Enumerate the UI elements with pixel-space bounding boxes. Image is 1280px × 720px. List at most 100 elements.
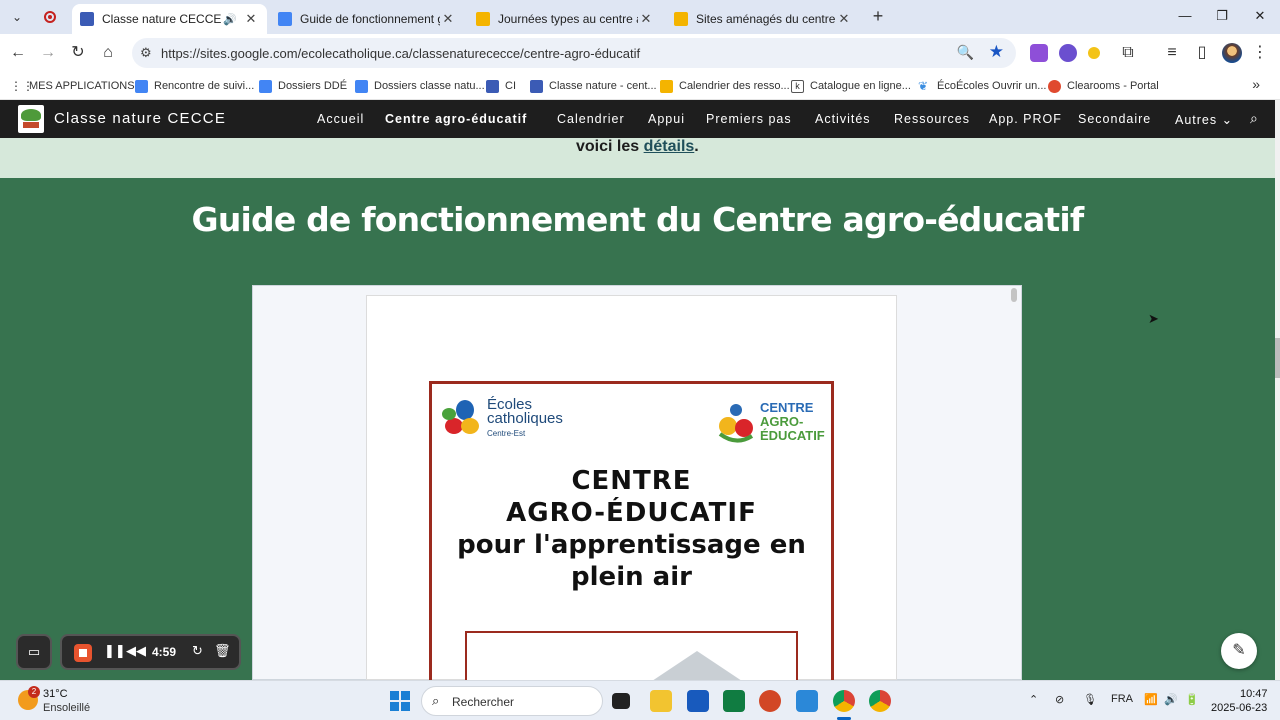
docs-icon xyxy=(135,79,148,93)
apps-grid-icon: ⋮⋮ xyxy=(10,78,34,93)
nav-activites[interactable]: Activités xyxy=(815,112,871,126)
details-link[interactable]: détails xyxy=(644,138,695,155)
back-icon[interactable]: ← xyxy=(8,43,28,63)
tab-search-chevron-icon[interactable]: ⌄ xyxy=(6,7,28,27)
restore-icon[interactable]: ❐ xyxy=(1212,8,1232,24)
clearooms-icon xyxy=(1048,79,1061,93)
tab-journees-types[interactable]: Journées types au centre agro-é ✕ xyxy=(468,4,662,34)
nav-autres[interactable]: Autres ⌄ xyxy=(1175,112,1233,127)
weather-temperature[interactable]: 31°C xyxy=(43,688,68,700)
bookmark-dossiers-classe[interactable]: Dossiers classe natu... xyxy=(355,77,485,95)
bookmark-classe-nature[interactable]: Classe nature - cent... xyxy=(530,77,657,95)
bookmark-dossiers-dde[interactable]: Dossiers DDÉ xyxy=(259,77,347,95)
volume-icon[interactable]: 🔊 xyxy=(1164,693,1178,706)
nav-accueil[interactable]: Accueil xyxy=(317,112,364,126)
windows-start-icon[interactable] xyxy=(390,691,410,711)
trash-icon[interactable]: 🗑 xyxy=(214,643,231,659)
microphone-icon[interactable]: 🎙 xyxy=(1083,693,1097,706)
powerpoint-icon[interactable] xyxy=(759,690,781,712)
side-panel-icon[interactable]: ▯ xyxy=(1192,43,1212,63)
site-search-icon[interactable]: ⌕ xyxy=(1250,110,1266,126)
media-control-icon[interactable]: ≡ xyxy=(1162,43,1182,63)
taskbar-search[interactable]: ⌕ Rechercher xyxy=(421,686,603,716)
site-name[interactable]: Classe nature CECCE xyxy=(54,110,226,127)
close-tab-icon[interactable]: ✕ xyxy=(638,11,654,27)
excel-icon[interactable] xyxy=(723,690,745,712)
extension-icon[interactable] xyxy=(1059,44,1077,62)
more-bookmarks-icon[interactable]: » xyxy=(1252,76,1260,92)
reload-icon[interactable]: ↻ xyxy=(68,43,88,63)
bookmark-ecoecoles[interactable]: ❦ ÉcoÉcoles Ouvrir un... xyxy=(918,77,1046,95)
bookmarks-bar: ⋮⋮ MES APPLICATIONS Rencontre de suivi...… xyxy=(0,72,1280,100)
bookmark-clearooms[interactable]: Clearooms - Portal xyxy=(1048,77,1159,95)
nav-calendrier[interactable]: Calendrier xyxy=(557,112,625,126)
menu-dots-icon[interactable]: ⋮ xyxy=(1250,43,1270,63)
nav-premiers-pas[interactable]: Premiers pas xyxy=(706,112,792,126)
task-view-icon[interactable] xyxy=(612,693,630,709)
tab-sites-amenages[interactable]: Sites aménagés du centre agro ✕ xyxy=(666,4,860,34)
clock-date[interactable]: 2025-06-23 xyxy=(1211,702,1267,714)
url-text[interactable]: https://sites.google.com/ecolecatholique… xyxy=(161,46,640,61)
nav-ressources[interactable]: Ressources xyxy=(894,112,970,126)
document-scrollbar[interactable] xyxy=(1011,288,1017,302)
close-tab-icon[interactable]: ✕ xyxy=(243,11,259,27)
close-tab-icon[interactable]: ✕ xyxy=(836,11,852,27)
page-scrollbar-thumb[interactable] xyxy=(1275,338,1280,378)
nav-secondaire[interactable]: Secondaire xyxy=(1078,112,1151,126)
file-explorer-icon[interactable] xyxy=(650,690,672,712)
language-indicator[interactable]: FRA xyxy=(1111,693,1133,705)
home-icon[interactable]: ⌂ xyxy=(98,43,118,63)
close-tab-icon[interactable]: ✕ xyxy=(440,11,456,27)
tab-guide-fonctionnement[interactable]: Guide de fonctionnement géné ✕ xyxy=(270,4,464,34)
camera-toggle-button[interactable]: ▭ xyxy=(16,634,52,670)
site-header: Classe nature CECCE Accueil Centre agro-… xyxy=(0,100,1275,138)
chrome-profile-icon[interactable] xyxy=(833,690,855,712)
minimize-icon[interactable]: — xyxy=(1175,8,1195,23)
nav-app-prof[interactable]: App. PROF xyxy=(989,112,1062,126)
recording-timer: 4:59 xyxy=(152,645,177,659)
word-icon[interactable] xyxy=(687,690,709,712)
tab-classe-nature[interactable]: Classe nature CECCE - Cent 🔊 ✕ xyxy=(72,4,267,34)
stop-recording-button[interactable] xyxy=(74,644,92,662)
address-bar[interactable]: ⚙ https://sites.google.com/ecolecatholiq… xyxy=(132,38,1016,68)
rewind-icon[interactable]: ◀◀ xyxy=(126,643,146,659)
bookmark-mes-applications[interactable]: ⋮⋮ MES APPLICATIONS xyxy=(10,77,135,95)
zoom-icon[interactable]: 🔍 xyxy=(957,44,974,61)
docs-icon xyxy=(259,79,272,93)
windows-taskbar: 2 31°C Ensoleillé ⌕ Rechercher ⌃ ⊘ 🎙 FRA… xyxy=(0,680,1280,720)
forward-icon[interactable]: → xyxy=(38,43,58,63)
google-slides-icon xyxy=(476,12,490,26)
sites-icon xyxy=(530,79,543,93)
profile-avatar[interactable] xyxy=(1222,43,1242,63)
speaker-icon[interactable]: 🔊 xyxy=(223,13,237,26)
centre-agro-educatif-logo-icon xyxy=(718,404,754,443)
snipping-tool-icon[interactable] xyxy=(796,690,818,712)
bookmark-catalogue[interactable]: k Catalogue en ligne... xyxy=(791,77,911,95)
weather-description[interactable]: Ensoleillé xyxy=(43,702,90,714)
bookmark-rencontre[interactable]: Rencontre de suivi... xyxy=(135,77,254,95)
chrome-icon[interactable] xyxy=(869,690,891,712)
battery-icon[interactable]: 🔋 xyxy=(1185,693,1199,706)
page-scrollbar[interactable] xyxy=(1275,100,1280,680)
poster-title: CENTRE AGRO-ÉDUCATIF pour l'apprentissag… xyxy=(457,466,806,592)
bookmark-ci[interactable]: CI xyxy=(486,77,516,95)
nav-appui[interactable]: Appui xyxy=(648,112,685,126)
edit-pencil-button[interactable]: ✎ xyxy=(1221,633,1257,669)
close-window-icon[interactable]: ✕ xyxy=(1250,8,1270,24)
bookmark-calendrier[interactable]: Calendrier des resso... xyxy=(660,77,790,95)
clock-time[interactable]: 10:47 xyxy=(1240,688,1268,700)
nav-centre-agro-educatif[interactable]: Centre agro-éducatif xyxy=(385,112,527,126)
pause-icon[interactable]: ❚❚ xyxy=(104,643,126,659)
new-tab-icon[interactable]: + xyxy=(868,7,888,27)
site-info-icon[interactable]: ⚙ xyxy=(140,45,152,61)
recording-indicator-icon xyxy=(44,11,56,23)
restart-icon[interactable]: ↻ xyxy=(192,643,203,659)
tray-chevron-up-icon[interactable]: ⌃ xyxy=(1029,693,1038,706)
wifi-icon[interactable]: 📶 xyxy=(1144,693,1158,706)
extension-icon[interactable] xyxy=(1030,44,1048,62)
network-off-icon[interactable]: ⊘ xyxy=(1055,693,1064,706)
site-logo[interactable] xyxy=(18,105,44,133)
extension-icon[interactable] xyxy=(1088,47,1100,59)
bookmark-star-icon[interactable]: ★ xyxy=(989,42,1004,62)
extensions-puzzle-icon[interactable]: ⧉ xyxy=(1118,43,1138,63)
